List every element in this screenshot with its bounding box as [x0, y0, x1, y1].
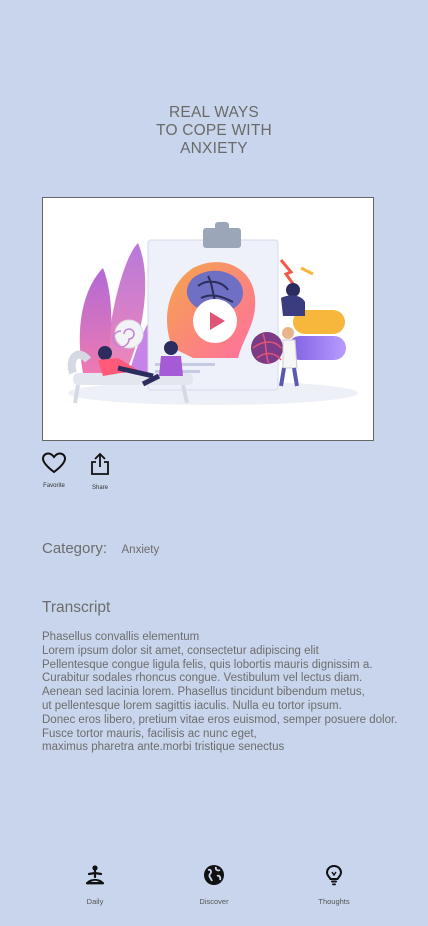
transcript-line: maximus pharetra ante.morbi tristique se… [42, 741, 285, 754]
play-button[interactable] [193, 299, 237, 343]
meditation-icon [86, 865, 104, 885]
transcript-line: Aenean sed lacinia lorem. Phasellus tinc… [42, 686, 365, 699]
favorite-label: Favorite [43, 483, 65, 489]
nav-item-discover[interactable]: Discover [179, 864, 249, 906]
transcript-line: Fusce tortor mauris, facilisis ac nunc e… [42, 727, 257, 740]
bottom-nav: Daily Discover Thoughts [0, 864, 428, 926]
category-value[interactable]: Anxiety [122, 544, 160, 556]
transcript-line: Pellentesque congue ligula felis, quis l… [42, 658, 373, 671]
transcript-line: Donec eros libero, pretium vitae eros eu… [42, 713, 398, 726]
favorite-button[interactable]: Favorite [41, 452, 67, 489]
title-line: ANXIETY [180, 140, 248, 157]
category-label: Category: [42, 540, 108, 557]
share-button[interactable]: Share [89, 452, 111, 491]
transcript-heading: Transcript [42, 599, 111, 616]
transcript-line: Lorem ipsum dolor sit amet, consectetur … [42, 644, 319, 657]
title-line: TO COPE WITH [156, 122, 272, 139]
page-title: REAL WAYS TO COPE WITH ANXIETY [0, 104, 428, 158]
share-label: Share [91, 485, 108, 491]
transcript-line: ut pellentesque lorem sagittis iaculis. … [42, 699, 342, 712]
nav-item-daily[interactable]: Daily [60, 864, 130, 906]
transcript-text: Phasellus convallis elementum Lorem ipsu… [42, 631, 422, 755]
globe-icon [204, 865, 224, 885]
title-line: REAL WAYS [169, 104, 259, 121]
nav-label-discover: Discover [199, 897, 229, 906]
category-row: Category: Anxiety [42, 540, 159, 558]
nav-label-daily: Daily [86, 897, 104, 906]
transcript-line: Phasellus convallis elementum [42, 631, 200, 643]
video-player[interactable] [42, 197, 374, 441]
transcript-line: Curabitur sodales rhoncus congue. Vestib… [42, 672, 363, 685]
lightbulb-icon [325, 864, 343, 886]
nav-label-thoughts: Thoughts [318, 897, 350, 906]
heart-icon [41, 452, 67, 474]
share-icon [91, 452, 109, 475]
nav-item-thoughts[interactable]: Thoughts [299, 864, 369, 906]
